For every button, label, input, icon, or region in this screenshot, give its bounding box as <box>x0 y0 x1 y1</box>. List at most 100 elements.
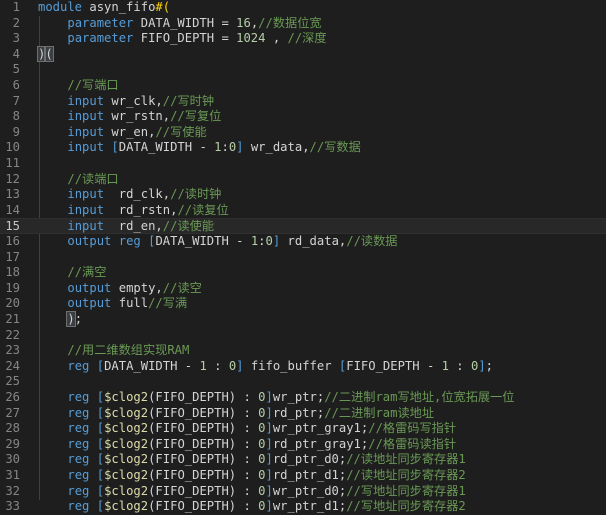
line-code[interactable]: reg [$clog2(FIFO_DEPTH) : 0]wr_ptr;//二进制… <box>38 390 514 406</box>
line-number: 15 <box>5 219 20 234</box>
line-code[interactable]: input rd_en,//读使能 <box>38 219 214 235</box>
line-code[interactable]: ); <box>38 311 83 328</box>
code-line[interactable]: 15 input rd_en,//读使能 <box>0 218 606 234</box>
line-code[interactable]: parameter FIFO_DEPTH = 1024 , //深度 <box>38 31 327 47</box>
code-line[interactable]: 8 input wr_rstn,//写复位 <box>0 109 606 125</box>
code-line[interactable]: 27 reg [$clog2(FIFO_DEPTH) : 0]rd_ptr;//… <box>0 406 606 422</box>
code-token: FIFO_DEPTH = <box>140 31 237 46</box>
line-code[interactable]: input rd_rstn,//读复位 <box>38 202 228 219</box>
code-token: reg <box>67 358 97 373</box>
line-code[interactable]: output empty,//读空 <box>38 281 201 297</box>
line-code[interactable]: module asyn_fifo#( <box>38 0 170 16</box>
code-token: reg <box>67 468 97 482</box>
line-code[interactable]: input wr_rstn,//写复位 <box>38 109 221 125</box>
code-line[interactable]: 16 output reg [DATA_WIDTH - 1:0] rd_data… <box>0 234 606 250</box>
code-line[interactable]: 14 input rd_rstn,//读复位 <box>0 203 606 219</box>
code-token: (FIFO_DEPTH) : <box>148 405 259 420</box>
code-token: //深度 <box>287 31 327 46</box>
code-line[interactable]: 24 reg [DATA_WIDTH - 1 : 0] fifo_buffer … <box>0 359 606 375</box>
line-code[interactable]: //满空 <box>38 265 106 281</box>
code-token: //读地址同步寄存器1 <box>346 452 466 467</box>
line-code[interactable]: reg [$clog2(FIFO_DEPTH) : 0]rd_ptr_gray1… <box>38 437 456 453</box>
code-token: wr_ptr_d0; <box>272 483 347 498</box>
line-code[interactable]: reg [DATA_WIDTH - 1 : 0] fifo_buffer [FI… <box>38 359 493 375</box>
line-number: 27 <box>5 405 20 420</box>
line-number: 21 <box>5 312 20 326</box>
line-code[interactable]: output full//写满 <box>38 296 187 312</box>
code-line[interactable]: 20 output full//写满 <box>0 296 606 312</box>
code-line[interactable]: 17 <box>0 250 606 266</box>
line-code[interactable]: reg [$clog2(FIFO_DEPTH) : 0]wr_ptr_gray1… <box>38 421 456 437</box>
code-line[interactable]: 9 input wr_en,//写使能 <box>0 125 606 141</box>
code-line[interactable]: 29 reg [$clog2(FIFO_DEPTH) : 0]rd_ptr_gr… <box>0 437 606 453</box>
code-token: rd_rstn, <box>118 202 178 217</box>
code-line[interactable]: 18 //满空 <box>0 265 606 281</box>
code-line[interactable]: 26 reg [$clog2(FIFO_DEPTH) : 0]wr_ptr;//… <box>0 390 606 406</box>
code-line[interactable]: 10 input [DATA_WIDTH - 1:0] wr_data,//写数… <box>0 140 606 156</box>
code-token: [ <box>96 452 105 467</box>
line-number: 18 <box>5 265 20 280</box>
code-token: [ <box>96 499 105 514</box>
line-code[interactable]: input wr_clk,//写时钟 <box>38 94 214 110</box>
code-token: [ <box>96 468 105 482</box>
code-line[interactable]: 23 //用二维数组实现RAM <box>0 343 606 359</box>
code-token: [ <box>96 421 105 436</box>
line-code[interactable]: input [DATA_WIDTH - 1:0] wr_data,//写数据 <box>38 140 360 156</box>
code-line[interactable]: 11 <box>0 156 606 172</box>
code-line[interactable]: 33 reg [$clog2(FIFO_DEPTH) : 0]wr_ptr_d1… <box>0 499 606 515</box>
code-editor[interactable]: 1 module asyn_fifo#(2 parameter DATA_WIDT… <box>0 0 606 513</box>
code-token: 1024 <box>236 31 266 46</box>
line-code[interactable]: //写端口 <box>38 78 118 94</box>
code-line[interactable]: 12 //读端口 <box>0 172 606 188</box>
line-code[interactable]: reg [$clog2(FIFO_DEPTH) : 0]wr_ptr_d0;//… <box>38 483 465 500</box>
line-code[interactable]: parameter DATA_WIDTH = 16,//数据位宽 <box>38 15 322 32</box>
code-token: 0 <box>258 421 266 436</box>
code-token: (FIFO_DEPTH) : <box>148 468 259 482</box>
line-number: 30 <box>5 452 20 467</box>
code-line[interactable]: 21 ); <box>0 311 606 328</box>
code-line[interactable]: 13 input rd_clk,//读时钟 <box>0 187 606 203</box>
code-token: //数据位宽 <box>258 15 322 30</box>
code-line[interactable]: 7 input wr_clk,//写时钟 <box>0 94 606 110</box>
line-code[interactable]: reg [$clog2(FIFO_DEPTH) : 0]rd_ptr;//二进制… <box>38 406 434 422</box>
code-token: input <box>67 202 119 217</box>
line-code[interactable]: input wr_en,//写使能 <box>38 124 207 141</box>
code-line[interactable]: 28 reg [$clog2(FIFO_DEPTH) : 0]wr_ptr_gr… <box>0 421 606 437</box>
code-token: (FIFO_DEPTH) : <box>148 421 259 436</box>
code-token: 0 <box>258 499 266 514</box>
line-code[interactable]: reg [$clog2(FIFO_DEPTH) : 0]wr_ptr_d1;//… <box>38 499 465 515</box>
code-token: reg <box>67 499 97 514</box>
code-token: output <box>67 234 119 248</box>
code-line[interactable]: 25 <box>0 374 606 390</box>
code-line[interactable]: 31 reg [$clog2(FIFO_DEPTH) : 0]rd_ptr_d1… <box>0 468 606 484</box>
code-line[interactable]: 32 reg [$clog2(FIFO_DEPTH) : 0]wr_ptr_d0… <box>0 484 606 500</box>
line-code[interactable]: )( <box>36 45 54 63</box>
line-code[interactable]: //用二维数组实现RAM <box>38 343 189 359</box>
code-line[interactable]: 6 //写端口 <box>0 78 606 94</box>
line-code[interactable]: output reg [DATA_WIDTH - 1:0] rd_data,//… <box>38 234 397 250</box>
line-code[interactable]: reg [$clog2(FIFO_DEPTH) : 0]rd_ptr_d1;//… <box>38 468 465 484</box>
code-line[interactable]: 3 parameter FIFO_DEPTH = 1024 , //深度 <box>0 31 606 47</box>
code-token: ] <box>478 358 486 373</box>
line-code[interactable]: input rd_clk,//读时钟 <box>38 187 221 203</box>
code-line[interactable]: 1 module asyn_fifo#( <box>0 0 606 16</box>
code-line[interactable]: 2 parameter DATA_WIDTH = 16,//数据位宽 <box>0 16 606 32</box>
code-line[interactable]: 30 reg [$clog2(FIFO_DEPTH) : 0]rd_ptr_d0… <box>0 452 606 468</box>
code-token: //格雷码写指针 <box>368 421 457 436</box>
code-token: ; <box>74 312 83 326</box>
code-token: [ <box>96 358 105 373</box>
line-code[interactable]: reg [$clog2(FIFO_DEPTH) : 0]rd_ptr_d0;//… <box>38 452 466 468</box>
code-line[interactable]: 4)( <box>0 45 606 63</box>
code-line[interactable]: 19 output empty,//读空 <box>0 281 606 297</box>
code-line[interactable]: 5 <box>0 62 606 78</box>
code-token: //写使能 <box>155 124 207 139</box>
line-number: 2 <box>12 15 20 30</box>
line-code[interactable]: //读端口 <box>38 172 118 188</box>
code-line[interactable]: 22 <box>0 328 606 344</box>
